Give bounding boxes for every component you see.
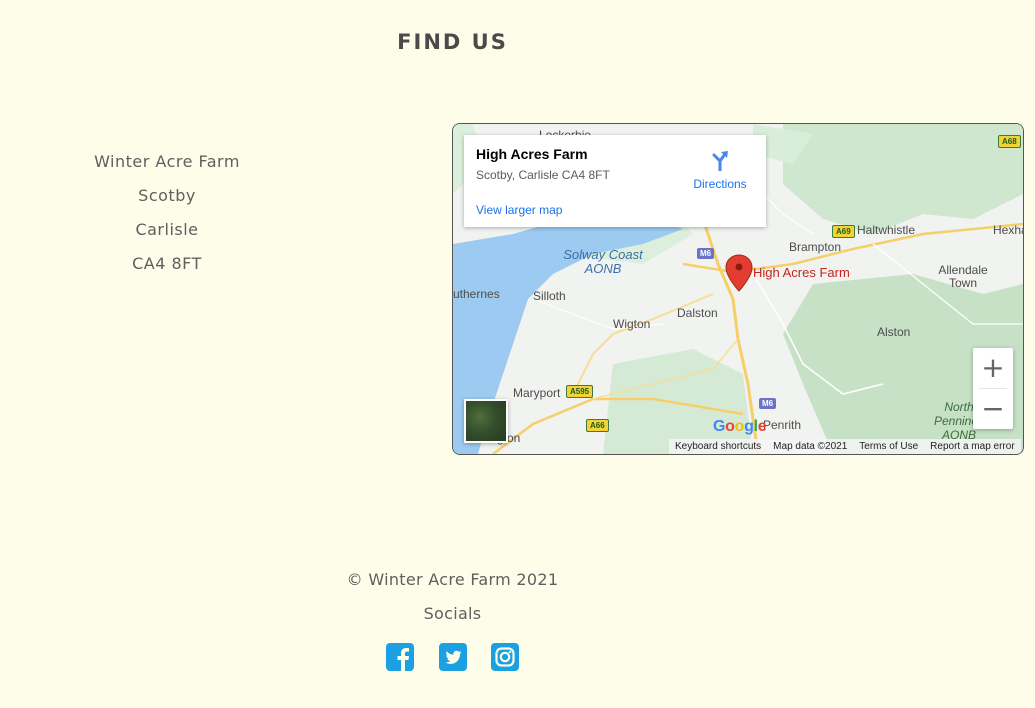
- copyright-text: © Winter Acre Farm 2021: [346, 570, 559, 589]
- page-title: FIND US: [397, 30, 508, 54]
- map-place-label: Hexha: [993, 223, 1023, 237]
- map-place-label: Maryport: [513, 386, 561, 400]
- directions-label: Directions: [693, 177, 747, 191]
- embedded-map[interactable]: Lockerbie Brampton Haltwhistle Hexha All…: [452, 123, 1024, 455]
- road-shield: M6: [759, 398, 777, 409]
- address-block: Winter Acre Farm Scotby Carlisle CA4 8FT: [67, 145, 267, 281]
- road-shield: A68: [998, 135, 1021, 148]
- map-place-label: Haltwhistle: [857, 223, 916, 237]
- socials-heading: Socials: [423, 604, 482, 623]
- zoom-out-button[interactable]: −: [973, 389, 1013, 429]
- map-place-label: uthernes: [453, 287, 500, 301]
- zoom-in-button[interactable]: +: [973, 348, 1013, 388]
- instagram-icon[interactable]: [491, 643, 519, 671]
- map-marker-icon[interactable]: [725, 254, 753, 292]
- map-footer-bar: Keyboard shortcuts Map data ©2021 Terms …: [669, 439, 1021, 454]
- map-data-attribution: Map data ©2021: [773, 441, 848, 452]
- map-place-label: Allendale Town: [938, 263, 988, 290]
- place-title: High Acres Farm: [476, 146, 588, 162]
- address-line-village: Scotby: [138, 186, 196, 205]
- keyboard-shortcuts-link[interactable]: Keyboard shortcuts: [669, 441, 767, 452]
- map-place-label: Alston: [877, 325, 911, 339]
- map-place-label: Dalston: [677, 306, 718, 320]
- terms-of-use-link[interactable]: Terms of Use: [853, 441, 924, 452]
- directions-button[interactable]: Directions: [690, 149, 750, 191]
- directions-icon: [712, 151, 728, 172]
- facebook-icon[interactable]: [386, 643, 414, 671]
- map-aonb-label: Solway Coast AONB: [563, 247, 643, 276]
- road-shield: A69: [832, 225, 855, 238]
- map-marker-label: High Acres Farm: [753, 265, 850, 280]
- place-info-card: High Acres Farm Scotby, Carlisle CA4 8FT…: [464, 135, 766, 227]
- road-shield: M6: [697, 248, 715, 259]
- road-shield: A595: [566, 385, 594, 398]
- map-place-label: Wigton: [613, 317, 651, 331]
- address-line-name: Winter Acre Farm: [94, 152, 240, 171]
- address-line-city: Carlisle: [135, 220, 199, 239]
- report-map-error-link[interactable]: Report a map error: [924, 441, 1020, 452]
- address-line-postcode: CA4 8FT: [132, 254, 202, 273]
- zoom-controls: + −: [973, 348, 1013, 429]
- road-shield: A66: [586, 419, 609, 432]
- map-place-label: Silloth: [533, 289, 566, 303]
- map-place-label: Penrith: [763, 418, 802, 432]
- satellite-layer-toggle[interactable]: [464, 399, 508, 443]
- view-larger-map-link[interactable]: View larger map: [476, 203, 562, 217]
- map-place-label: Brampton: [789, 240, 842, 254]
- twitter-icon[interactable]: [439, 643, 467, 671]
- place-address: Scotby, Carlisle CA4 8FT: [476, 168, 610, 182]
- google-logo: Google: [713, 418, 767, 435]
